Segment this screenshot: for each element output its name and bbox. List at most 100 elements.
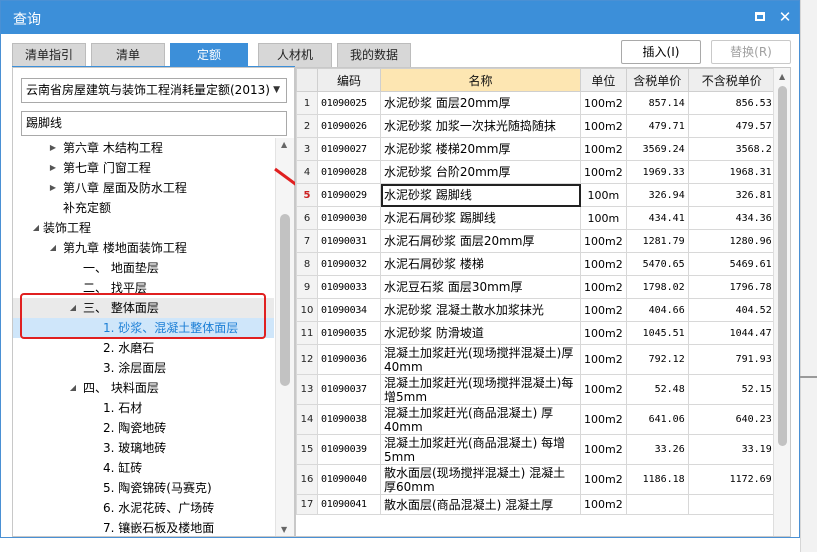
name-cell[interactable]: 水泥石屑砂浆 面层20mm厚	[380, 229, 581, 253]
tab-my-data[interactable]: 我的数据	[337, 43, 411, 67]
unit-cell[interactable]: 100m2	[580, 374, 627, 405]
unit-cell[interactable]: 100m2	[580, 275, 627, 299]
table-row[interactable]: 5 01090029 水泥砂浆 踢脚线 100m 326.94 326.81	[296, 183, 776, 207]
expand-arrow-icon[interactable]: ▶	[48, 138, 58, 158]
unit-cell[interactable]: 100m2	[580, 344, 627, 375]
tax-price-cell[interactable]: 1045.51	[625, 321, 689, 345]
tree-item[interactable]: 1. 石材	[13, 398, 274, 418]
search-input[interactable]: 踢脚线	[21, 111, 287, 136]
unit-cell[interactable]: 100m2	[580, 160, 627, 184]
scroll-up-icon[interactable]: ▲	[779, 72, 785, 81]
maximize-icon[interactable]	[752, 9, 768, 25]
code-cell[interactable]: 01090025	[317, 91, 381, 115]
tax-price-cell[interactable]	[625, 494, 689, 515]
close-icon[interactable]: ✕	[777, 9, 793, 25]
code-cell[interactable]: 01090031	[317, 229, 381, 253]
grid-scrollbar[interactable]: ▲	[773, 68, 790, 536]
table-row[interactable]: 15 01090039 混凝土加浆赶光(商品混凝土) 每增5mm 100m2 33.26…	[296, 434, 776, 465]
name-cell[interactable]: 混凝土加浆赶光(商品混凝土) 每增5mm	[380, 434, 581, 465]
row-number[interactable]: 10	[296, 298, 318, 322]
unit-cell[interactable]: 100m2	[580, 114, 627, 138]
name-cell[interactable]: 混凝土加浆赶光(现场搅拌混凝土)厚40mm	[380, 344, 581, 375]
tax-price-cell[interactable]: 1281.79	[625, 229, 689, 253]
tree-item[interactable]: 5. 陶瓷锦砖(马赛克)	[13, 478, 274, 498]
column-header-tax-price[interactable]: 含税单价	[625, 68, 689, 92]
name-cell[interactable]: 混凝土加浆赶光(商品混凝土) 厚40mm	[380, 404, 581, 435]
collapse-arrow-icon[interactable]: ◢	[68, 378, 78, 398]
unit-cell[interactable]: 100m	[580, 206, 627, 230]
name-cell[interactable]: 水泥砂浆 踢脚线	[380, 183, 581, 207]
table-row[interactable]: 14 01090038 混凝土加浆赶光(商品混凝土) 厚40mm 100m2 641.0…	[296, 404, 776, 435]
tab-bill-guide[interactable]: 清单指引	[12, 43, 86, 67]
tax-price-cell[interactable]: 1969.33	[625, 160, 689, 184]
tax-price-cell[interactable]: 3569.24	[625, 137, 689, 161]
unit-cell[interactable]: 100m2	[580, 91, 627, 115]
notax-price-cell[interactable]: 1796.78	[687, 275, 776, 299]
row-number[interactable]: 4	[296, 160, 318, 184]
tax-price-cell[interactable]: 1798.02	[625, 275, 689, 299]
table-row[interactable]: 16 01090040 散水面层(现场搅拌混凝土) 混凝土厚60mm 100m2 118…	[296, 464, 776, 495]
code-cell[interactable]: 01090039	[317, 434, 381, 465]
table-row[interactable]: 9 01090033 水泥豆石浆 面层30mm厚 100m2 1798.02 1796.7…	[296, 275, 776, 299]
name-cell[interactable]: 水泥砂浆 混凝土散水加浆抹光	[380, 298, 581, 322]
table-row[interactable]: 17 01090041 散水面层(商品混凝土) 混凝土厚 100m2	[296, 494, 776, 515]
unit-cell[interactable]: 100m2	[580, 229, 627, 253]
unit-cell[interactable]: 100m2	[580, 464, 627, 495]
unit-cell[interactable]: 100m2	[580, 404, 627, 435]
name-cell[interactable]: 水泥砂浆 加浆一次抹光随捣随抹	[380, 114, 581, 138]
tree-item[interactable]: 2. 水磨石	[13, 338, 274, 358]
unit-cell[interactable]: 100m2	[580, 137, 627, 161]
row-number[interactable]: 13	[296, 374, 318, 405]
unit-cell[interactable]: 100m	[580, 183, 627, 207]
table-row[interactable]: 3 01090027 水泥砂浆 楼梯20mm厚 100m2 3569.24 3568.2	[296, 137, 776, 161]
name-cell[interactable]: 水泥豆石浆 面层30mm厚	[380, 275, 581, 299]
scroll-up-icon[interactable]: ▲	[281, 140, 287, 149]
name-cell[interactable]: 水泥砂浆 防滑坡道	[380, 321, 581, 345]
unit-cell[interactable]: 100m2	[580, 434, 627, 465]
tax-price-cell[interactable]: 792.12	[625, 344, 689, 375]
table-row[interactable]: 13 01090037 混凝土加浆赶光(现场搅拌混凝土)每增5mm 100m2 52.4…	[296, 374, 776, 405]
tree-item[interactable]: 3. 玻璃地砖	[13, 438, 274, 458]
name-cell[interactable]: 水泥砂浆 面层20mm厚	[380, 91, 581, 115]
tax-price-cell[interactable]: 434.41	[625, 206, 689, 230]
code-cell[interactable]: 01090038	[317, 404, 381, 435]
table-row[interactable]: 2 01090026 水泥砂浆 加浆一次抹光随捣随抹 100m2 479.71 479.5…	[296, 114, 776, 138]
code-cell[interactable]: 01090033	[317, 275, 381, 299]
table-row[interactable]: 6 01090030 水泥石屑砂浆 踢脚线 100m 434.41 434.36	[296, 206, 776, 230]
tree-item[interactable]: 一、 地面垫层	[13, 258, 274, 278]
name-cell[interactable]: 混凝土加浆赶光(现场搅拌混凝土)每增5mm	[380, 374, 581, 405]
notax-price-cell[interactable]: 479.57	[687, 114, 776, 138]
notax-price-cell[interactable]: 33.19	[687, 434, 776, 465]
tab-bill[interactable]: 清单	[91, 43, 165, 67]
notax-price-cell[interactable]	[687, 494, 776, 515]
table-row[interactable]: 11 01090035 水泥砂浆 防滑坡道 100m2 1045.51 1044.47	[296, 321, 776, 345]
scroll-down-icon[interactable]: ▼	[281, 525, 287, 534]
row-number[interactable]: 5	[296, 183, 318, 207]
notax-price-cell[interactable]: 434.36	[687, 206, 776, 230]
code-cell[interactable]: 01090040	[317, 464, 381, 495]
collapse-arrow-icon[interactable]: ◢	[48, 238, 58, 258]
notax-price-cell[interactable]: 3568.2	[687, 137, 776, 161]
tax-price-cell[interactable]: 641.06	[625, 404, 689, 435]
notax-price-cell[interactable]: 1044.47	[687, 321, 776, 345]
notax-price-cell[interactable]: 326.81	[687, 183, 776, 207]
notax-price-cell[interactable]: 5469.61	[687, 252, 776, 276]
notax-price-cell[interactable]: 1172.69	[687, 464, 776, 495]
code-cell[interactable]: 01090029	[317, 183, 381, 207]
tree-item[interactable]: 7. 镶嵌石板及楼地面	[13, 518, 274, 536]
tab-quota[interactable]: 定额	[170, 43, 248, 67]
row-number[interactable]: 14	[296, 404, 318, 435]
row-number[interactable]: 7	[296, 229, 318, 253]
tax-price-cell[interactable]: 1186.18	[625, 464, 689, 495]
tree-item[interactable]: 4. 缸砖	[13, 458, 274, 478]
tree-item[interactable]: 补充定额	[13, 198, 274, 218]
code-cell[interactable]: 01090028	[317, 160, 381, 184]
name-cell[interactable]: 散水面层(现场搅拌混凝土) 混凝土厚60mm	[380, 464, 581, 495]
collapse-arrow-icon[interactable]: ◢	[31, 218, 41, 238]
tax-price-cell[interactable]: 857.14	[625, 91, 689, 115]
unit-cell[interactable]: 100m2	[580, 298, 627, 322]
name-cell[interactable]: 水泥砂浆 台阶20mm厚	[380, 160, 581, 184]
notax-price-cell[interactable]: 856.53	[687, 91, 776, 115]
unit-cell[interactable]: 100m2	[580, 494, 627, 515]
table-row[interactable]: 7 01090031 水泥石屑砂浆 面层20mm厚 100m2 1281.79 1280.…	[296, 229, 776, 253]
